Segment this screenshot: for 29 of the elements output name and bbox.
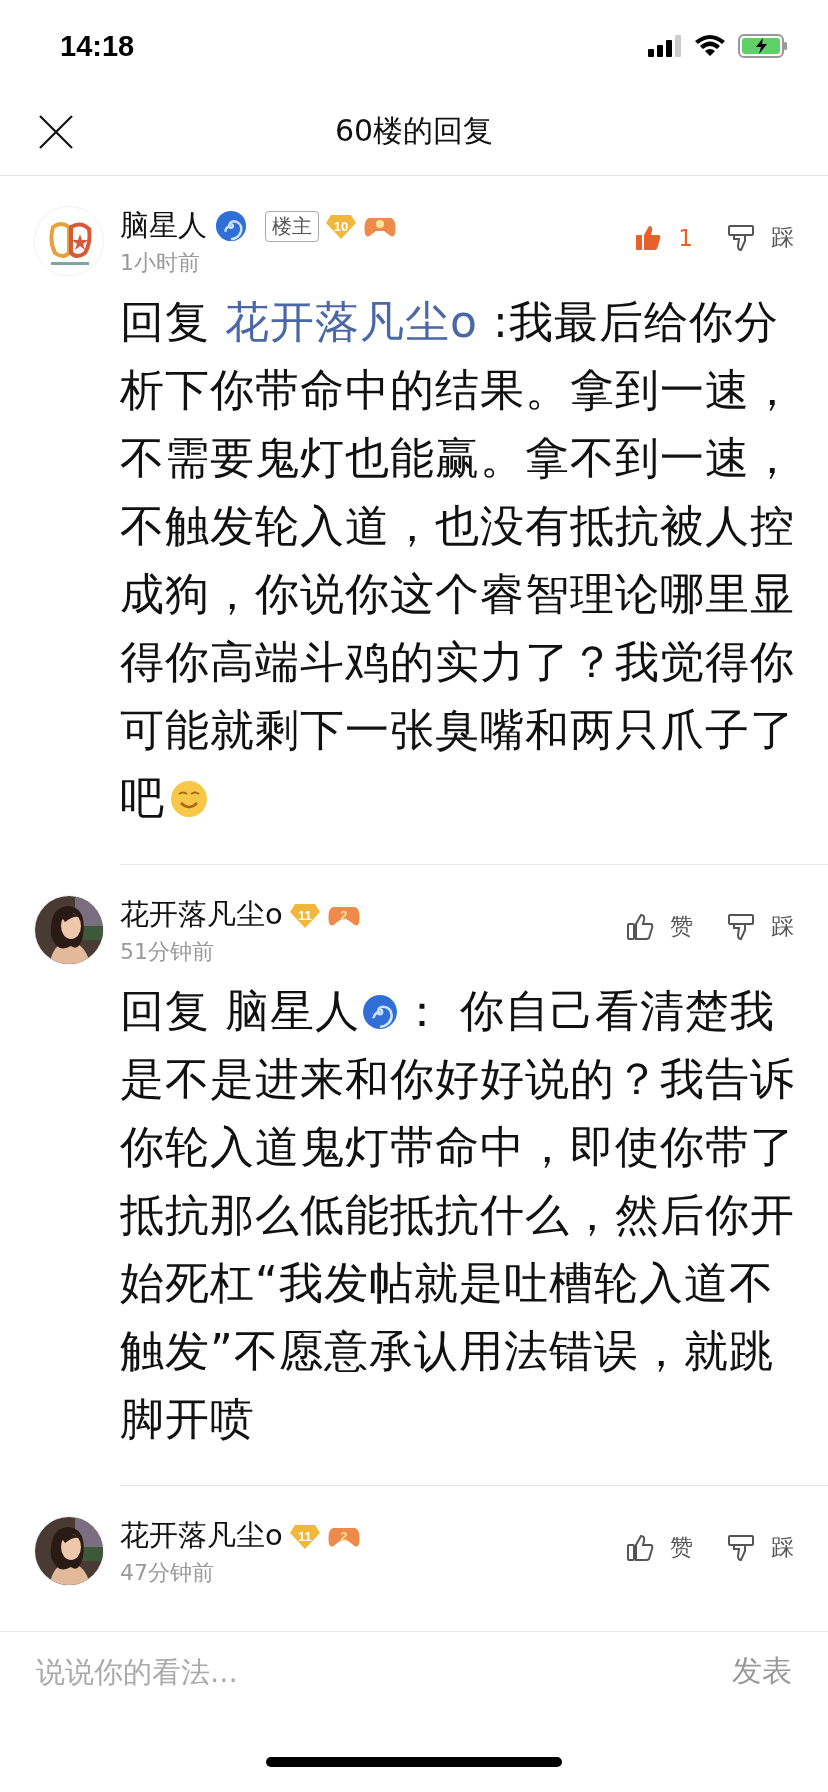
- thumbs-down-icon: [727, 1533, 755, 1562]
- like-button[interactable]: 赞: [626, 1532, 693, 1563]
- status-time: 14:18: [60, 29, 135, 63]
- dislike-button[interactable]: 踩: [727, 1532, 794, 1563]
- reply-user-link[interactable]: 花开落凡尘o: [225, 296, 478, 347]
- comment-text: 回复 花开落凡尘o :我最后给你分析下你带命中的结果。拿到一速，不需要鬼灯也能赢。拿不到一速，不触发轮入道，也没有抵抗被人控成狗，你说你这个睿智理论哪里显得你高端斗鸡的实力了？我觉得你可能就剩下一张臭嘴和两只爪子了吧: [120, 295, 796, 825]
- level-badge: 10: [325, 212, 357, 240]
- battery-icon: [738, 34, 788, 58]
- level-badge: 11: [288, 901, 321, 929]
- reply-user-link[interactable]: 脑星人: [225, 985, 360, 1036]
- wifi-icon: [694, 34, 726, 58]
- close-icon: [38, 114, 74, 150]
- level-badge: 11: [288, 1522, 321, 1550]
- thumbs-down-icon: [727, 912, 755, 941]
- post-time: 47分钟前: [120, 1559, 215, 1587]
- author-name[interactable]: 脑星人: [120, 206, 207, 246]
- like-button[interactable]: 赞: [626, 911, 693, 942]
- author-name[interactable]: 花开落凡尘o: [120, 1516, 283, 1556]
- page-title: 60楼的回复: [334, 112, 494, 150]
- post-time: 51分钟前: [120, 938, 215, 966]
- op-tag: 楼主: [265, 210, 319, 242]
- thumbs-down-icon: [727, 223, 755, 252]
- comment-input[interactable]: 说说你的看法...: [36, 1654, 712, 1689]
- dislike-button[interactable]: 踩: [727, 911, 794, 942]
- comment-text: 回复 脑星人 ： 你自己看清楚我是不是进来和你好好说的？我告诉你轮入道鬼灯带命中，即使你带了抵抗那么低能抵抗什么，然后你开始死杠“我发帖就是吐槽轮入道不触发”不愿意承认用法错误，就跳脚开喷: [120, 984, 796, 1446]
- post-time: 1小时前: [120, 249, 201, 277]
- author-name[interactable]: 花开落凡尘o: [120, 895, 283, 935]
- dislike-button[interactable]: 踩: [727, 222, 794, 253]
- signal-icon: [648, 35, 682, 57]
